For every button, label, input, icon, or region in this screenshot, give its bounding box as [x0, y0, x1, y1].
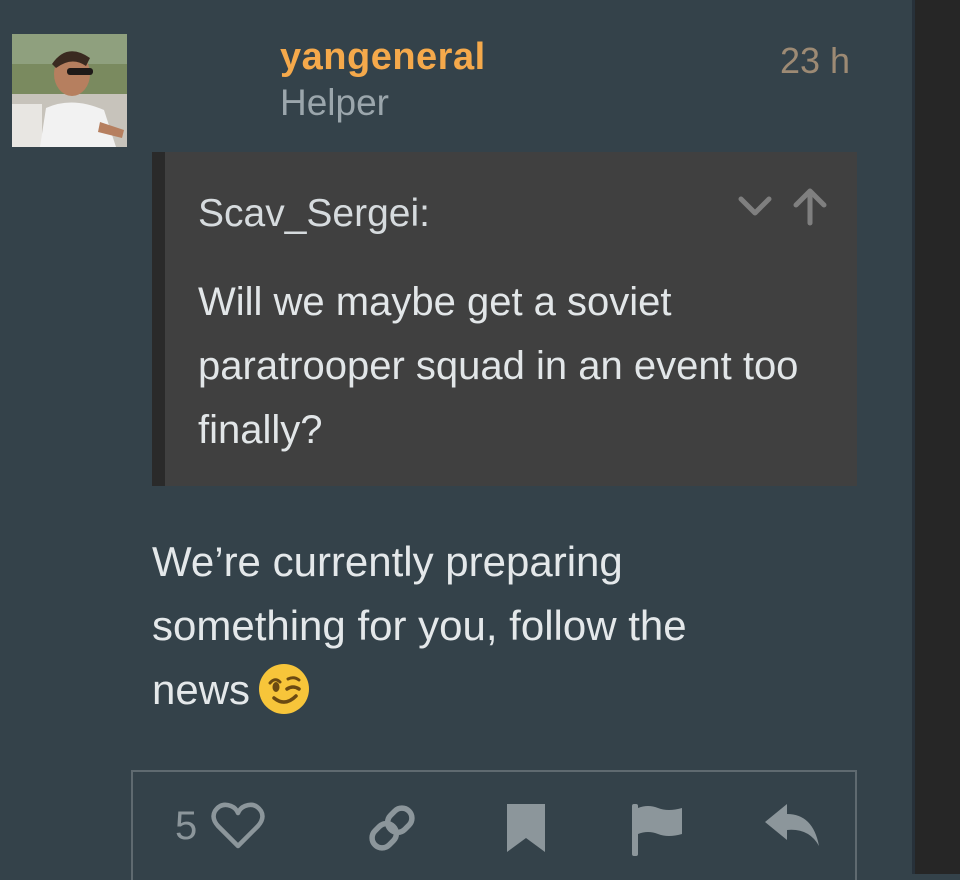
flag-button[interactable]: [630, 802, 686, 858]
chevron-down-icon[interactable]: [737, 193, 773, 219]
like-count: 5: [175, 803, 198, 848]
post-actions-bar: 5: [131, 770, 857, 880]
like-button[interactable]: 5: [175, 802, 265, 850]
post-body: We’re currently preparing something for …: [152, 530, 792, 722]
avatar[interactable]: [12, 34, 127, 147]
arrow-up-icon[interactable]: [791, 186, 829, 226]
reply-button[interactable]: [763, 802, 821, 850]
bookmark-button[interactable]: [505, 802, 547, 854]
link-icon: [365, 802, 419, 854]
winking-face-icon: [258, 663, 310, 715]
post-author-title: Helper: [280, 82, 389, 123]
copy-link-button[interactable]: [365, 802, 419, 854]
sidebar-edge: [915, 0, 960, 874]
quote-text: Will we maybe get a soviet paratrooper s…: [198, 280, 799, 452]
quote-author[interactable]: Scav_Sergei:: [198, 192, 430, 236]
quote-controls: [737, 186, 829, 226]
quoted-post: Scav_Sergei: Will we maybe get a soviet …: [152, 152, 857, 486]
post-body-text: We’re currently preparing something for …: [152, 538, 687, 713]
bookmark-icon: [505, 802, 547, 854]
heart-icon: [211, 802, 265, 850]
reply-icon: [763, 802, 821, 850]
post-author-username[interactable]: yangeneral: [280, 36, 486, 79]
post-timestamp[interactable]: 23 h: [780, 40, 850, 82]
flag-icon: [630, 802, 686, 858]
